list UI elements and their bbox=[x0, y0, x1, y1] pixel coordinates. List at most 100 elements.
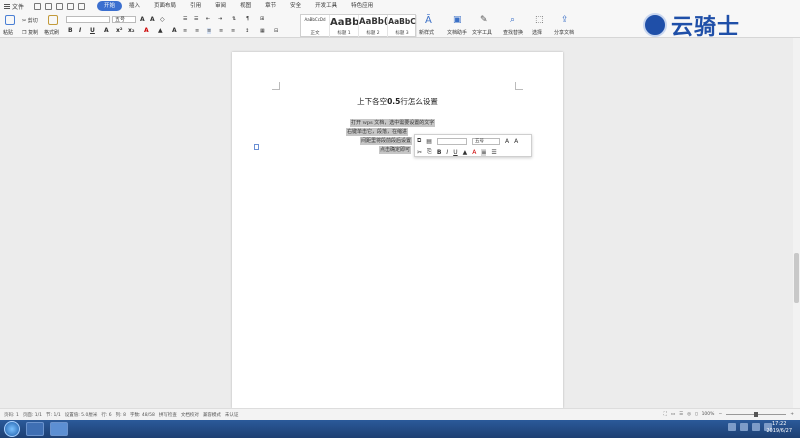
selected-line-4[interactable]: 点击确定即可 bbox=[379, 146, 412, 154]
mini-grow-font-icon[interactable]: A bbox=[505, 138, 509, 145]
cut-button[interactable]: ✂ 剪切 bbox=[22, 17, 38, 24]
undo-icon[interactable] bbox=[67, 2, 75, 10]
mini-format-painter-icon[interactable]: ⎘ bbox=[427, 148, 432, 156]
font-color-button[interactable]: A bbox=[144, 27, 149, 34]
justify-icon[interactable]: ≡ bbox=[219, 28, 223, 34]
new-style-icon[interactable]: Ā bbox=[425, 15, 432, 26]
tab-view[interactable]: 视图 bbox=[233, 1, 258, 11]
shading-icon[interactable]: ▦ bbox=[260, 28, 265, 34]
mini-font-select[interactable] bbox=[436, 137, 467, 145]
strikethrough-button[interactable]: A bbox=[104, 27, 109, 34]
status-doc-check[interactable]: 文档校对 bbox=[181, 412, 199, 418]
align-right-icon[interactable]: ≡ bbox=[207, 28, 212, 34]
search-icon[interactable]: ⌕ bbox=[510, 15, 515, 25]
mini-copy-format-icon[interactable]: ⧉ bbox=[417, 137, 421, 145]
selected-line-3[interactable]: 间距里将段前段后设置 bbox=[360, 137, 413, 145]
tab-security[interactable]: 安全 bbox=[283, 1, 308, 11]
mini-shrink-font-icon[interactable]: A bbox=[514, 138, 518, 145]
text-tools-label[interactable]: 文字工具 bbox=[472, 29, 492, 36]
tab-stops-icon[interactable]: ⊟ bbox=[274, 28, 278, 34]
doc-assist-icon[interactable]: ▣ bbox=[453, 15, 462, 25]
zoom-out-icon[interactable]: − bbox=[718, 412, 722, 417]
select-icon[interactable]: ⬚ bbox=[535, 15, 544, 25]
bold-button[interactable]: B bbox=[68, 27, 73, 34]
grow-font-button[interactable]: A bbox=[140, 16, 145, 23]
format-painter-icon[interactable] bbox=[48, 15, 58, 25]
tab-references[interactable]: 引用 bbox=[183, 1, 208, 11]
mini-italic-button[interactable]: I bbox=[446, 149, 448, 156]
increase-indent-icon[interactable]: ⇥ bbox=[218, 16, 222, 22]
paste-label[interactable]: 粘贴 bbox=[3, 29, 13, 36]
font-size-select[interactable]: 五号 bbox=[112, 16, 136, 23]
shrink-font-button[interactable]: A bbox=[150, 16, 155, 23]
tray-network-icon[interactable] bbox=[740, 423, 748, 431]
font-name-select[interactable] bbox=[66, 16, 110, 23]
sort-icon[interactable]: ⇅ bbox=[232, 16, 236, 22]
taskbar-app-browser[interactable] bbox=[26, 422, 44, 436]
share-label[interactable]: 分享文档 bbox=[554, 29, 574, 36]
clock[interactable]: 17:22 2019/6/27 bbox=[766, 421, 792, 435]
redo-icon[interactable] bbox=[78, 2, 86, 10]
style-normal[interactable]: AaBbCcDd 正文 bbox=[301, 15, 330, 37]
number-list-icon[interactable]: ☰ bbox=[194, 16, 198, 22]
paste-icon[interactable] bbox=[5, 15, 15, 25]
find-replace-label[interactable]: 查找替换 bbox=[503, 29, 523, 36]
mini-font-color-icon[interactable]: A bbox=[472, 149, 476, 156]
tab-insert[interactable]: 插入 bbox=[122, 1, 147, 11]
superscript-button[interactable]: x² bbox=[116, 27, 123, 34]
mini-paste-icon[interactable]: ▤ bbox=[426, 138, 432, 145]
view-full-icon[interactable]: ⛶ bbox=[664, 411, 667, 417]
line-spacing-icon[interactable]: ↕ bbox=[245, 28, 249, 34]
clear-format-button[interactable]: ◇ bbox=[160, 16, 165, 23]
zoom-in-icon[interactable]: + bbox=[790, 412, 794, 417]
tab-review[interactable]: 审阅 bbox=[208, 1, 233, 11]
print-icon[interactable] bbox=[45, 2, 53, 10]
status-unverified[interactable]: 未认证 bbox=[225, 412, 239, 418]
mini-align-icon[interactable]: ≡ bbox=[481, 148, 487, 156]
char-border-button[interactable]: A bbox=[172, 27, 177, 34]
mini-bold-button[interactable]: B bbox=[437, 149, 442, 156]
align-center-icon[interactable]: ≡ bbox=[195, 28, 199, 34]
highlight-button[interactable]: ▲ bbox=[158, 27, 163, 34]
view-read-icon[interactable]: ▯ bbox=[695, 412, 697, 417]
tray-app-icon[interactable] bbox=[728, 423, 736, 431]
tab-features[interactable]: 特色应用 bbox=[344, 1, 380, 11]
style-heading-1[interactable]: AaBb 标题 1 bbox=[330, 15, 359, 37]
taskbar-app-wps[interactable] bbox=[50, 422, 68, 436]
view-web-icon[interactable]: ◎ bbox=[687, 412, 691, 417]
preview-icon[interactable] bbox=[56, 2, 64, 10]
selected-line-2[interactable]: 右键单击它，段落，在缩进 bbox=[346, 128, 409, 136]
selected-line-1[interactable]: 打开 wps 文档，选中需要设置的文字 bbox=[350, 119, 436, 127]
show-marks-icon[interactable]: ¶ bbox=[246, 16, 249, 22]
distributed-icon[interactable]: ≡ bbox=[231, 28, 235, 34]
tab-page-layout[interactable]: 页面布局 bbox=[147, 1, 183, 11]
mini-cut-icon[interactable]: ✂ bbox=[417, 149, 422, 156]
tab-home[interactable]: 开始 bbox=[97, 1, 123, 11]
zoom-slider[interactable] bbox=[726, 411, 787, 417]
bullet-list-icon[interactable]: ☰ bbox=[183, 16, 187, 22]
start-button[interactable] bbox=[4, 421, 20, 437]
tray-flag-icon[interactable] bbox=[752, 423, 760, 431]
vertical-scrollbar[interactable] bbox=[793, 38, 800, 408]
tab-section[interactable]: 章节 bbox=[258, 1, 283, 11]
italic-button[interactable]: I bbox=[79, 27, 81, 34]
status-word-count[interactable]: 字数: 48/58 bbox=[130, 412, 155, 418]
share-icon[interactable]: ⇪ bbox=[561, 15, 569, 25]
mini-list-icon[interactable]: ☰ bbox=[491, 149, 496, 156]
view-outline-icon[interactable]: ☰ bbox=[679, 412, 683, 417]
zoom-slider-thumb[interactable] bbox=[754, 411, 759, 417]
new-style-label[interactable]: 新样式 bbox=[419, 29, 434, 36]
copy-button[interactable]: ❐ 复制 bbox=[22, 29, 38, 36]
underline-button[interactable]: U bbox=[90, 27, 95, 34]
align-left-icon[interactable]: ≡ bbox=[183, 28, 187, 34]
mini-font-size-select[interactable]: 五号 bbox=[471, 137, 500, 145]
tab-developer[interactable]: 开发工具 bbox=[308, 1, 344, 11]
select-label[interactable]: 选择 bbox=[532, 29, 542, 36]
doc-assist-label[interactable]: 文档助手 bbox=[447, 29, 467, 36]
save-icon[interactable] bbox=[34, 2, 42, 10]
view-page-icon[interactable]: ▭ bbox=[671, 412, 675, 417]
paragraph-marker-icon[interactable] bbox=[254, 144, 259, 150]
scrollbar-thumb[interactable] bbox=[794, 253, 799, 303]
zoom-level[interactable]: 100% bbox=[702, 412, 715, 417]
borders-icon[interactable]: ⊞ bbox=[260, 16, 264, 22]
